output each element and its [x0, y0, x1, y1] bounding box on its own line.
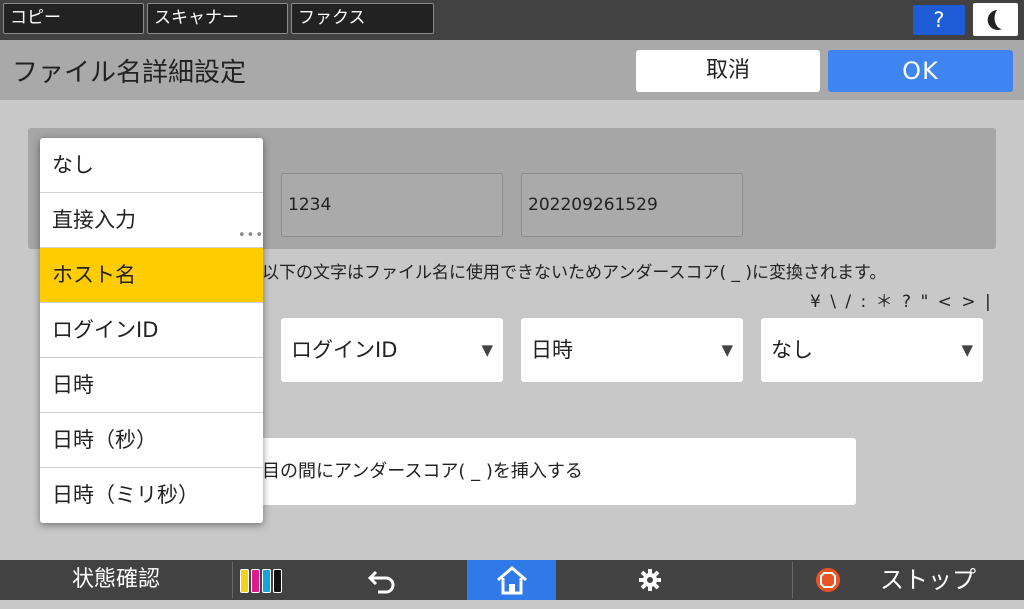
dropdown-arrow-icon: ▼: [961, 341, 973, 359]
settings-button[interactable]: [610, 560, 690, 600]
home-icon: [496, 566, 527, 595]
select-value: 日時: [531, 338, 573, 362]
menu-item-none[interactable]: なし: [40, 138, 263, 193]
conversion-note: 以下の文字はファイル名に使用できないためアンダースコア( _ )に変換されます。: [262, 263, 887, 283]
toner-icon: [251, 569, 260, 593]
select-part-2[interactable]: ログインID ▼: [281, 318, 503, 382]
help-icon: ?: [933, 8, 945, 32]
stop-button[interactable]: ストップ: [800, 560, 1024, 600]
select-value: なし: [771, 338, 813, 362]
dropdown-arrow-icon: ▼: [721, 341, 733, 359]
back-icon: [367, 570, 395, 594]
menu-item-host-name[interactable]: ホスト名: [40, 248, 263, 303]
stop-label: ストップ: [880, 566, 976, 594]
dropdown-arrow-icon: ▼: [481, 341, 493, 359]
forbidden-characters: ¥ \ / : ＊ ? " < > |: [810, 292, 993, 312]
dropdown-menu: なし 直接入力 ホスト名 ログインID 日時 日時（秒） 日時（ミリ秒） •••: [40, 138, 263, 523]
menu-item-datetime[interactable]: 日時: [40, 358, 263, 413]
night-mode-button[interactable]: [973, 3, 1018, 36]
night-mode-icon: [987, 10, 1002, 30]
back-button[interactable]: [348, 560, 418, 600]
toner-icon: [273, 569, 282, 593]
tab-scanner[interactable]: スキャナー: [147, 3, 288, 34]
select-value: ログインID: [291, 338, 398, 362]
page-title: ファイル名詳細設定: [12, 58, 247, 88]
preview-field-login-id: 1234: [281, 173, 503, 237]
home-button[interactable]: [467, 560, 556, 600]
gear-icon: [639, 569, 661, 591]
help-button[interactable]: ?: [913, 5, 965, 35]
divider: [232, 562, 233, 598]
status-check-button[interactable]: 状態確認: [0, 560, 232, 600]
tab-copy[interactable]: コピー: [3, 3, 144, 34]
ok-button[interactable]: OK: [828, 50, 1013, 92]
insert-underscore-option[interactable]: 目の間にアンダースコア( _ )を挿入する: [246, 438, 856, 505]
divider: [792, 562, 793, 598]
select-part-3[interactable]: 日時 ▼: [521, 318, 743, 382]
stop-icon: [816, 568, 840, 592]
menu-item-login-id[interactable]: ログインID: [40, 303, 263, 358]
preview-field-datetime: 202209261529: [521, 173, 743, 237]
menu-item-direct-input[interactable]: 直接入力: [40, 193, 263, 248]
toner-level: [238, 560, 298, 600]
toner-icon: [262, 569, 271, 593]
menu-item-datetime-seconds[interactable]: 日時（秒）: [40, 413, 263, 468]
cancel-button[interactable]: 取消: [636, 50, 820, 92]
toner-icon: [240, 569, 249, 593]
more-indicator-icon: •••: [238, 228, 263, 243]
menu-item-datetime-milliseconds[interactable]: 日時（ミリ秒）: [40, 468, 263, 523]
select-part-4[interactable]: なし ▼: [761, 318, 983, 382]
tab-fax[interactable]: ファクス: [291, 3, 434, 34]
